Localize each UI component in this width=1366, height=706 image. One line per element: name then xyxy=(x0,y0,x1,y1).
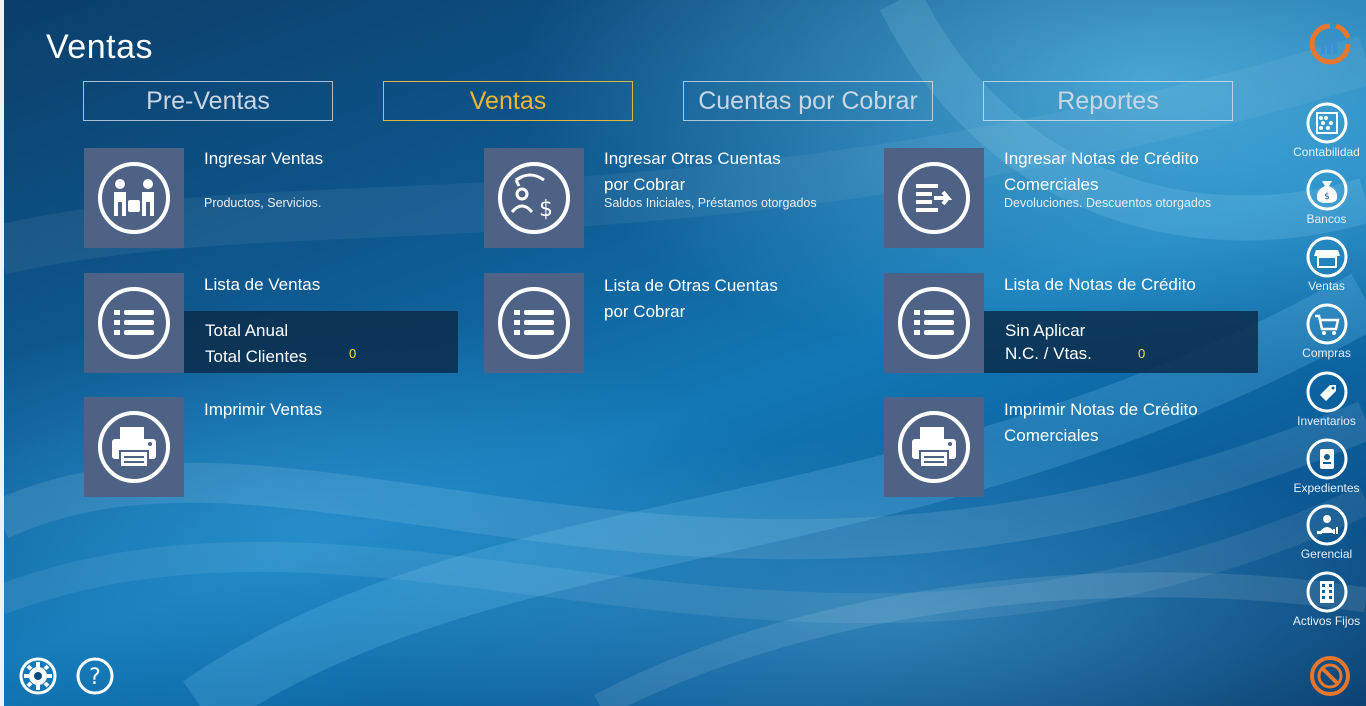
sidebar-label-bancos: Bancos xyxy=(1306,212,1347,226)
lista-notas-credito-stats: Sin Aplicar N.C. / Vtas. 0 xyxy=(984,311,1258,373)
printer-icon xyxy=(98,411,170,483)
sidebar-item-activos-fijos[interactable]: Activos Fijos xyxy=(1287,571,1366,628)
sidebar-label-ventas: Ventas xyxy=(1308,279,1345,293)
list-icon xyxy=(98,287,170,359)
buyer-seller-icon xyxy=(98,162,170,234)
tab-pre-ventas[interactable]: Pre-Ventas xyxy=(83,81,333,121)
list-arrow-icon xyxy=(898,162,970,234)
sidebar-label-gerencial: Gerencial xyxy=(1300,547,1353,561)
lista-otras-cuentas-title-line2: por Cobrar xyxy=(604,302,686,321)
lista-ventas-title[interactable]: Lista de Ventas xyxy=(204,272,320,298)
ingresar-otras-cuentas-button[interactable]: $ xyxy=(484,148,584,248)
svg-text:$: $ xyxy=(539,197,553,222)
sidebar-item-inventarios[interactable]: Inventarios xyxy=(1287,371,1366,428)
sidebar-label-contabilidad: Contabilidad xyxy=(1293,145,1360,159)
help-question-icon[interactable]: ? xyxy=(75,656,115,696)
lista-ventas-button[interactable] xyxy=(84,273,184,373)
ingresar-notas-credito-title-line1: Ingresar Notas de Crédito xyxy=(1004,149,1199,168)
lista-notas-credito-button[interactable] xyxy=(884,273,984,373)
ingresar-otras-cuentas-title[interactable]: Ingresar Otras Cuentas por Cobrar xyxy=(604,146,781,198)
nc-vtas-label: N.C. / Vtas. xyxy=(1005,344,1092,363)
cart-icon xyxy=(1306,303,1347,345)
abacus-icon xyxy=(1306,102,1347,144)
tag-icon xyxy=(1306,371,1347,413)
imprimir-notas-credito-title-line2: Comerciales xyxy=(1004,426,1099,445)
ingresar-notas-credito-title[interactable]: Ingresar Notas de Crédito Comerciales xyxy=(1004,146,1199,198)
lista-notas-credito-title[interactable]: Lista de Notas de Crédito xyxy=(1004,272,1196,298)
tab-reportes[interactable]: Reportes xyxy=(983,81,1233,121)
store-icon xyxy=(1306,236,1347,278)
lista-ventas-stats: Total Anual Total Clientes 0 xyxy=(184,311,458,373)
ingresar-ventas-button[interactable] xyxy=(84,148,184,248)
nc-vtas-value: 0 xyxy=(1138,346,1146,361)
tab-ventas[interactable]: Ventas xyxy=(383,81,633,121)
total-anual-label: Total Anual xyxy=(205,321,289,340)
ingresar-notas-credito-title-line2: Comerciales xyxy=(1004,175,1099,194)
money-bag-icon: $ xyxy=(1306,169,1347,211)
imprimir-notas-credito-title[interactable]: Imprimir Notas de Crédito Comerciales xyxy=(1004,397,1198,449)
lista-otras-cuentas-title[interactable]: Lista de Otras Cuentas por Cobrar xyxy=(604,273,778,325)
printer-icon xyxy=(898,411,970,483)
sidebar-label-inventarios: Inventarios xyxy=(1297,414,1356,428)
sidebar-label-compras: Compras xyxy=(1302,346,1351,360)
sin-aplicar-label: Sin Aplicar xyxy=(1005,321,1086,340)
id-card-icon xyxy=(1306,438,1347,480)
manager-icon xyxy=(1306,504,1347,546)
lista-otras-cuentas-button[interactable] xyxy=(484,273,584,373)
ingresar-notas-credito-subtitle: Devoluciones. Descuentos otorgados xyxy=(1004,196,1212,210)
imprimir-notas-credito-title-line1: Imprimir Notas de Crédito xyxy=(1004,400,1198,419)
sidebar-item-expedientes[interactable]: Expedientes xyxy=(1287,438,1366,495)
sidebar-label-expedientes: Expedientes xyxy=(1293,481,1360,495)
ingresar-ventas-subtitle: Productos, Servicios. xyxy=(204,196,322,210)
sidebar-item-ventas[interactable]: Ventas xyxy=(1287,236,1366,293)
ingresar-otras-cuentas-title-line1: Ingresar Otras Cuentas xyxy=(604,149,781,168)
ingresar-notas-credito-button[interactable] xyxy=(884,148,984,248)
list-icon xyxy=(498,287,570,359)
imprimir-ventas-button[interactable] xyxy=(84,397,184,497)
tab-cuentas-por-cobrar[interactable]: Cuentas por Cobrar xyxy=(683,81,933,121)
lista-otras-cuentas-title-line1: Lista de Otras Cuentas xyxy=(604,276,778,295)
sidebar-item-compras[interactable]: Compras xyxy=(1287,303,1366,360)
svg-text:$: $ xyxy=(1324,192,1330,202)
settings-gear-icon[interactable] xyxy=(18,656,58,696)
app-logo-icon xyxy=(1309,23,1351,65)
imprimir-notas-credito-button[interactable] xyxy=(884,397,984,497)
svg-text:?: ? xyxy=(89,665,101,690)
sidebar-item-bancos[interactable]: $ Bancos xyxy=(1287,169,1366,226)
ingresar-otras-cuentas-subtitle: Saldos Iniciales, Préstamos otorgados xyxy=(604,196,817,210)
receivable-icon: $ xyxy=(498,162,570,234)
page-title: Ventas xyxy=(46,28,153,66)
list-icon xyxy=(898,287,970,359)
ingresar-otras-cuentas-title-line2: por Cobrar xyxy=(604,175,686,194)
sidebar-item-contabilidad[interactable]: Contabilidad xyxy=(1287,102,1366,159)
ingresar-ventas-title[interactable]: Ingresar Ventas xyxy=(204,146,323,172)
total-clientes-label: Total Clientes xyxy=(205,347,308,366)
total-clientes-value: 0 xyxy=(349,346,357,361)
sidebar-item-gerencial[interactable]: Gerencial xyxy=(1287,504,1366,561)
building-icon xyxy=(1306,571,1347,613)
window-left-edge xyxy=(0,0,4,706)
imprimir-ventas-title[interactable]: Imprimir Ventas xyxy=(204,397,322,423)
sidebar-label-activos-fijos: Activos Fijos xyxy=(1292,614,1361,628)
exit-prohibited-icon[interactable] xyxy=(1308,654,1352,698)
